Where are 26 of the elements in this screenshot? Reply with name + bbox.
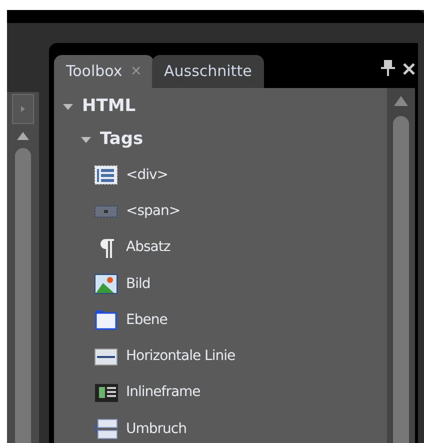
pin-icon[interactable] xyxy=(381,60,395,76)
toolbox-item[interactable]: Absatz xyxy=(126,237,170,258)
category-label[interactable]: Tags xyxy=(100,127,144,153)
expanded-caret-icon[interactable] xyxy=(63,102,73,112)
toolbox-item[interactable]: Umbruch xyxy=(126,418,186,440)
image-icon xyxy=(94,274,118,294)
panel-tab[interactable]: Toolbox × xyxy=(54,55,154,88)
list-block-icon xyxy=(94,165,118,186)
expanded-caret-icon[interactable] xyxy=(81,135,91,145)
toolbox-item[interactable]: <span> xyxy=(126,200,180,222)
scrollbar-thumb[interactable] xyxy=(15,148,31,443)
category-label[interactable]: HTML xyxy=(82,94,136,120)
toolbox-item[interactable]: Inlineframe xyxy=(126,382,200,404)
scroll-up-icon[interactable] xyxy=(394,96,408,106)
toolbox-item[interactable]: <div> xyxy=(126,164,168,186)
play-arrow-icon xyxy=(21,106,25,112)
toolbox-item[interactable]: Ebene xyxy=(126,310,168,331)
window-icon xyxy=(94,310,118,330)
toolbox-item[interactable]: Horizontale Linie xyxy=(126,346,236,368)
toolbox-item[interactable]: Bild xyxy=(126,274,150,295)
close-icon[interactable] xyxy=(403,63,415,75)
line-break-icon xyxy=(94,419,118,440)
panel-tab[interactable]: Ausschnitte xyxy=(152,55,264,88)
scrollbar-thumb[interactable] xyxy=(393,116,409,443)
frame-icon xyxy=(94,382,118,403)
scroll-up-icon[interactable] xyxy=(17,132,29,140)
